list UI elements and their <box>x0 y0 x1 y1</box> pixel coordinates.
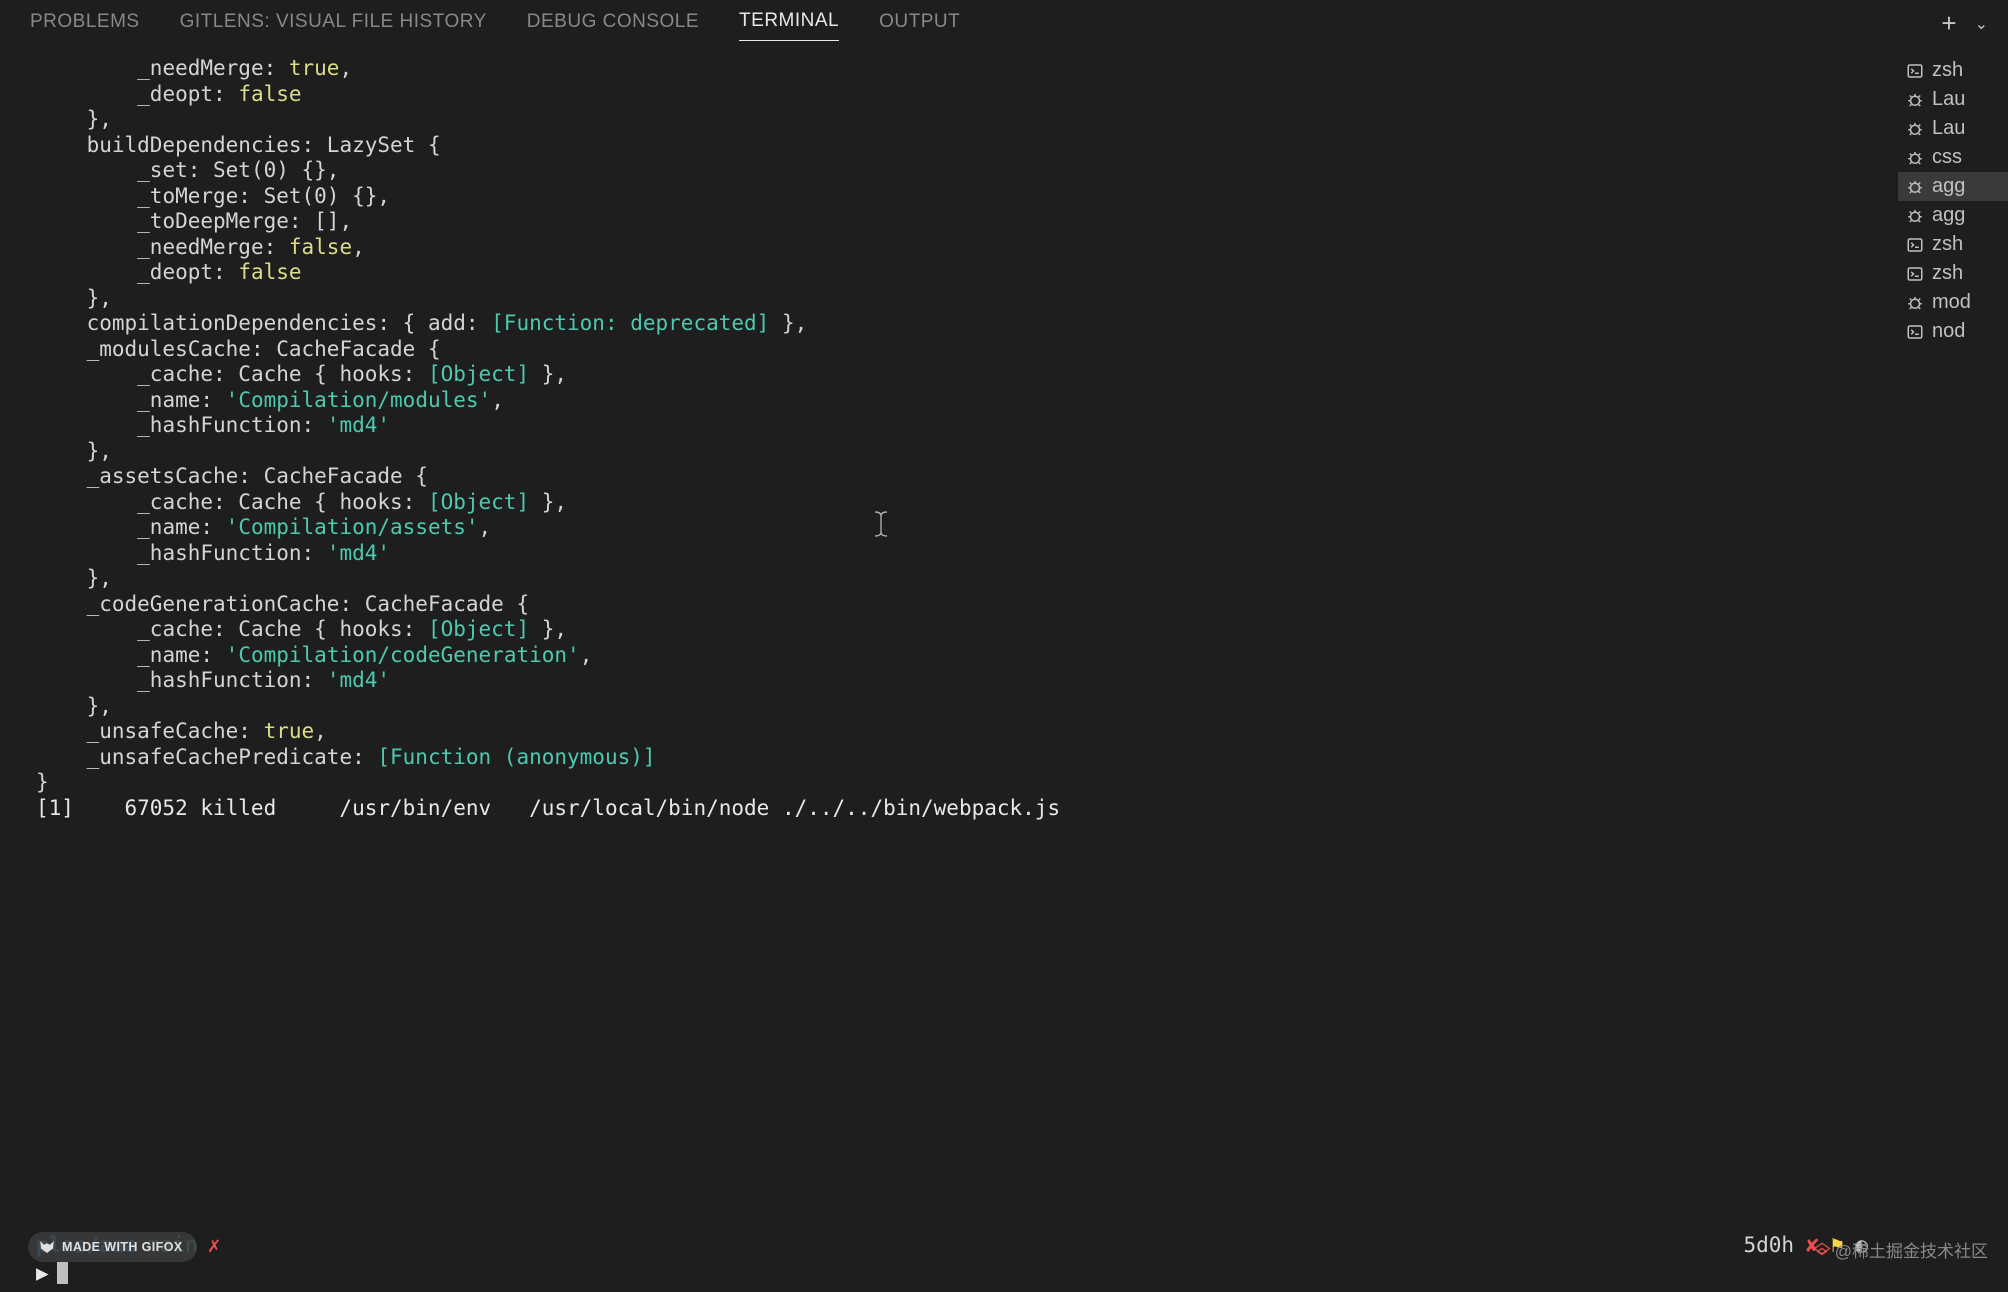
terminal-list-item[interactable]: Lau <box>1898 85 2008 114</box>
terminal-line: _toDeepMerge: [], <box>36 209 1868 235</box>
terminal-line: _modulesCache: CacheFacade { <box>36 337 1868 363</box>
terminal-list-label: Lau <box>1932 88 1965 111</box>
tab-problems[interactable]: PROBLEMS <box>30 3 140 41</box>
terminal-list-item[interactable]: Lau <box>1898 114 2008 143</box>
text-cursor-icon <box>785 484 890 569</box>
terminal-line: }, <box>36 107 1868 133</box>
terminal-list-label: zsh <box>1932 59 1963 82</box>
terminal-line: }, <box>36 286 1868 312</box>
terminal-line: }, <box>36 566 1868 592</box>
watermark-text: @稀土掘金技术社区 <box>1835 1237 1988 1262</box>
terminal-list-label: mod <box>1932 291 1971 314</box>
terminal-line: _hashFunction: 'md4' <box>36 541 1868 567</box>
terminal-line: }, <box>36 439 1868 465</box>
terminal-line: _deopt: false <box>36 260 1868 286</box>
shell-icon <box>1906 236 1924 254</box>
bug-icon <box>1906 178 1924 196</box>
terminal-line: _deopt: false <box>36 82 1868 108</box>
watermark: @稀土掘金技术社区 <box>1813 1237 1988 1262</box>
tab-debug-console[interactable]: DEBUG CONSOLE <box>527 3 699 41</box>
block-cursor <box>57 1262 68 1284</box>
terminal-line: _set: Set(0) {}, <box>36 158 1868 184</box>
terminal-line: _cache: Cache { hooks: [Object] }, <box>36 617 1868 643</box>
terminal-line: _unsafeCache: true, <box>36 719 1868 745</box>
terminal-list-item[interactable]: nod <box>1898 317 2008 346</box>
prompt-time: 5d0h <box>1743 1233 1794 1259</box>
bug-icon <box>1906 294 1924 312</box>
terminal-line: _needMerge: false, <box>36 235 1868 261</box>
terminal-line: _name: 'Compilation/codeGeneration', <box>36 643 1868 669</box>
tab-terminal[interactable]: TERMINAL <box>739 2 839 41</box>
terminal-list-label: Lau <box>1932 117 1965 140</box>
prompt-row: ples/aaa main ✗ 5d0h ✘ ⚑ ◐ <box>36 1233 1868 1259</box>
terminal-line: _unsafeCachePredicate: [Function (anonym… <box>36 745 1868 771</box>
terminal-list-item[interactable]: agg <box>1898 172 2008 201</box>
terminal-line: _name: 'Compilation/modules', <box>36 388 1868 414</box>
terminal-line: _name: 'Compilation/assets', <box>36 515 1868 541</box>
shell-icon <box>1906 265 1924 283</box>
terminal-line: } <box>36 770 1868 796</box>
bug-icon <box>1906 207 1924 225</box>
terminal-list-label: agg <box>1932 175 1965 198</box>
terminal-line: _cache: Cache { hooks: [Object] }, <box>36 490 1868 516</box>
tab-output[interactable]: OUTPUT <box>879 3 960 41</box>
terminal-list-label: css <box>1932 146 1962 169</box>
gifox-badge: MADE WITH GIFOX <box>28 1232 197 1262</box>
prompt-dirty-icon: ✗ <box>208 1233 221 1259</box>
juejin-icon <box>1813 1241 1831 1259</box>
panel-actions: + ⌄ <box>1941 8 1988 39</box>
terminal-list: zsh Lau Lau css agg agg zsh zsh mod nod <box>1898 44 2008 1292</box>
prompt-input-line[interactable]: ▶ <box>36 1261 68 1287</box>
terminal-list-item[interactable]: zsh <box>1898 259 2008 288</box>
bug-icon <box>1906 91 1924 109</box>
gifox-label: MADE WITH GIFOX <box>62 1240 183 1254</box>
terminal-line: _assetsCache: CacheFacade { <box>36 464 1868 490</box>
bug-icon <box>1906 120 1924 138</box>
terminal-line: [1] 67052 killed /usr/bin/env /usr/local… <box>36 796 1868 822</box>
terminal-line: _hashFunction: 'md4' <box>36 668 1868 694</box>
terminal-list-item[interactable]: css <box>1898 143 2008 172</box>
tab-gitlens[interactable]: GITLENS: VISUAL FILE HISTORY <box>180 3 487 41</box>
terminal-line: _toMerge: Set(0) {}, <box>36 184 1868 210</box>
terminal-list-label: agg <box>1932 204 1965 227</box>
prompt-arrow-icon: ▶ <box>36 1261 49 1287</box>
terminal-line: }, <box>36 694 1868 720</box>
terminal-line: _codeGenerationCache: CacheFacade { <box>36 592 1868 618</box>
terminal-list-item[interactable]: zsh <box>1898 230 2008 259</box>
terminal-list-label: nod <box>1932 320 1965 343</box>
terminal-line: compilationDependencies: { add: [Functio… <box>36 311 1868 337</box>
terminal-line: buildDependencies: LazySet { <box>36 133 1868 159</box>
terminal-list-item[interactable]: zsh <box>1898 56 2008 85</box>
terminal-dropdown-icon[interactable]: ⌄ <box>1975 8 1988 39</box>
fox-icon <box>38 1238 56 1256</box>
panel-tabs: PROBLEMS GITLENS: VISUAL FILE HISTORY DE… <box>0 0 2008 44</box>
terminal-list-label: zsh <box>1932 262 1963 285</box>
terminal-line: _hashFunction: 'md4' <box>36 413 1868 439</box>
terminal-list-item[interactable]: agg <box>1898 201 2008 230</box>
bug-icon <box>1906 149 1924 167</box>
terminal-list-item[interactable]: mod <box>1898 288 2008 317</box>
shell-icon <box>1906 323 1924 341</box>
shell-icon <box>1906 62 1924 80</box>
terminal-output[interactable]: _needMerge: true, _deopt: false }, build… <box>0 44 1898 1292</box>
terminal-list-label: zsh <box>1932 233 1963 256</box>
terminal-line: _cache: Cache { hooks: [Object] }, <box>36 362 1868 388</box>
new-terminal-icon[interactable]: + <box>1941 8 1956 39</box>
terminal-line: _needMerge: true, <box>36 56 1868 82</box>
